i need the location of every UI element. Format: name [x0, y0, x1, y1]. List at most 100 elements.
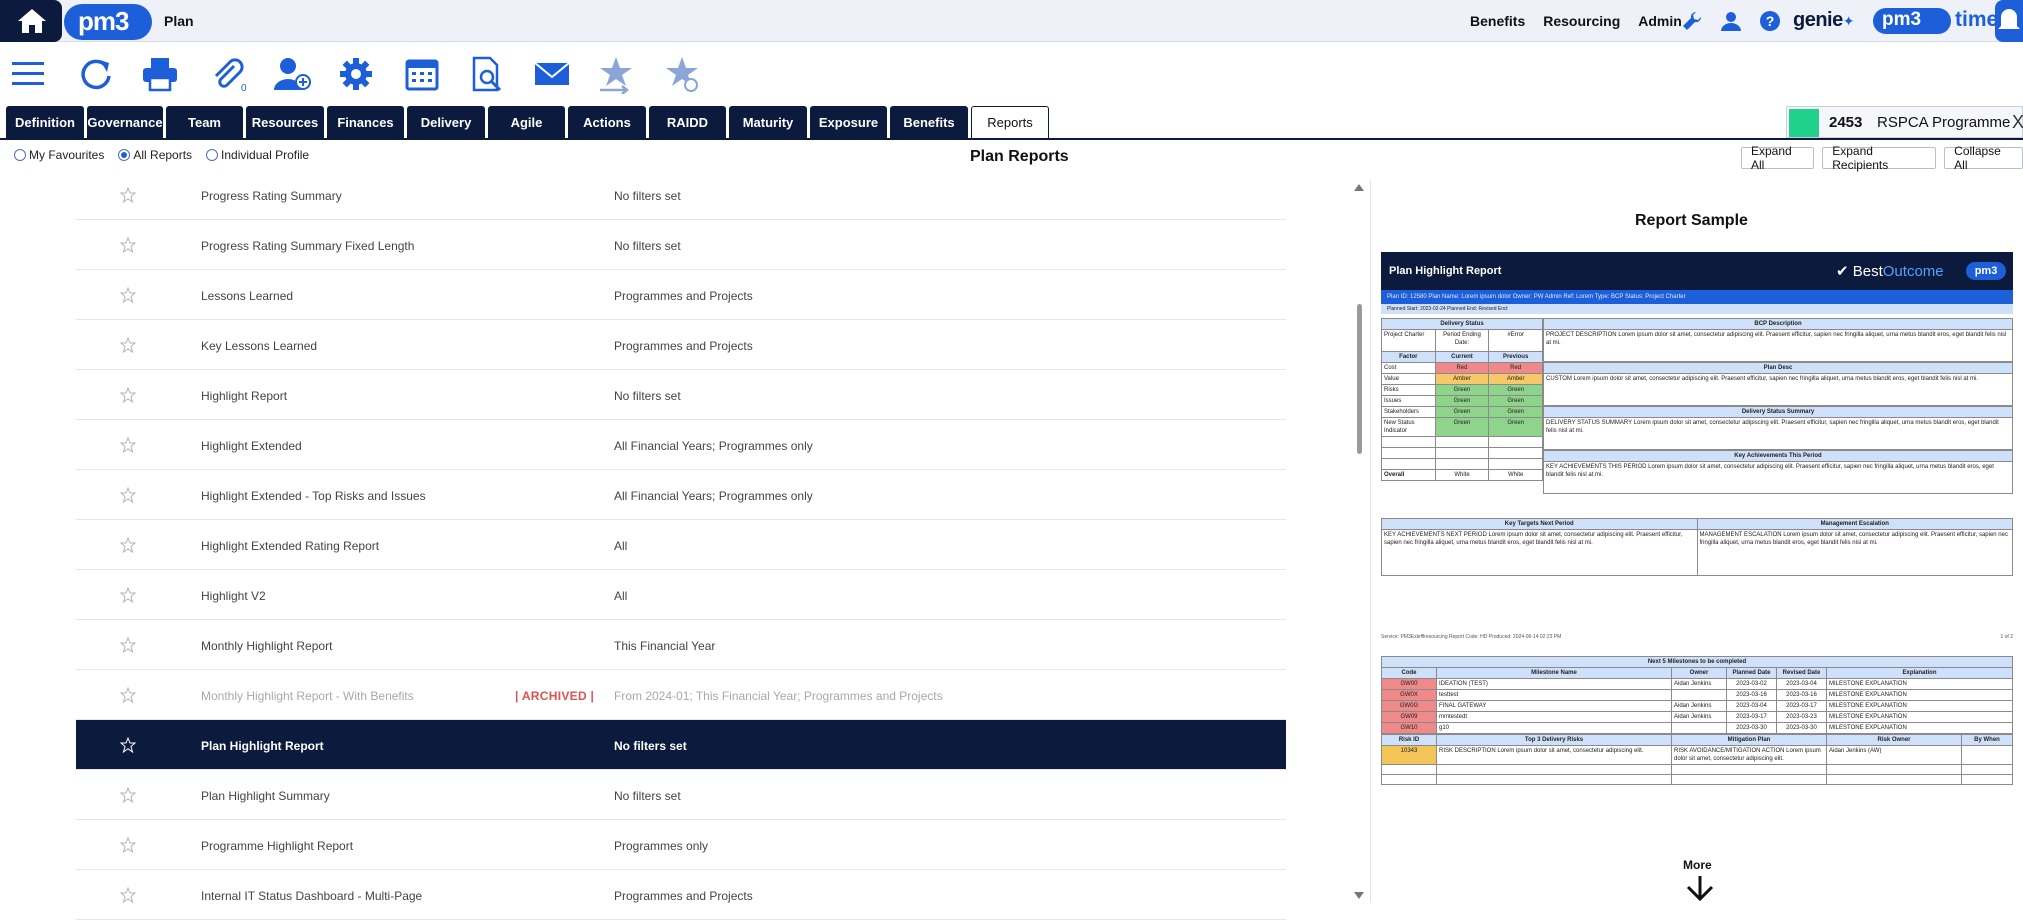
report-row[interactable]: Key Lessons Learned Programmes and Projec… — [76, 320, 1286, 370]
tab-raidd[interactable]: RAIDD — [649, 106, 726, 138]
report-list-scrollbar[interactable] — [1352, 182, 1366, 902]
home-button[interactable] — [0, 0, 62, 42]
favourite-star-icon[interactable] — [120, 237, 136, 253]
report-row[interactable]: Programme Highlight Report Programmes onl… — [76, 820, 1286, 870]
favourite-star-icon[interactable] — [120, 887, 136, 903]
radio-individual-profile[interactable]: Individual Profile — [206, 148, 309, 162]
cell: 2023-03-02 — [1726, 678, 1777, 690]
cell: BCP Description — [1543, 318, 2013, 330]
report-row[interactable]: Lessons Learned Programmes and Projects — [76, 270, 1286, 320]
top-bar: pm3 Plan Benefits Resourcing Admin ? gen… — [0, 0, 2023, 42]
programme-selector[interactable]: 2453 RSPCA Programme X — [1786, 106, 2023, 138]
expand-all-button[interactable]: Expand All — [1741, 144, 1815, 172]
favourite-star-icon[interactable] — [120, 437, 136, 453]
favourite-star-icon[interactable] — [120, 487, 136, 503]
favourite-star-icon[interactable] — [120, 787, 136, 803]
user-icon[interactable] — [1720, 10, 1742, 32]
nav-link-resourcing[interactable]: Resourcing — [1543, 13, 1620, 29]
report-row[interactable]: Highlight Extended - Top Risks and Issue… — [76, 470, 1286, 520]
tab-finances[interactable]: Finances — [327, 106, 404, 138]
pm3-time-logo[interactable]: pm3 — [1873, 8, 1951, 34]
cell: New Status Indicator — [1381, 417, 1436, 437]
favourite-star-icon[interactable] — [120, 387, 136, 403]
report-filters: No filters set — [614, 789, 681, 803]
radio-my-favourites[interactable]: My Favourites — [14, 148, 104, 162]
favourite-star-icon[interactable] — [120, 837, 136, 853]
favourite-star-icon[interactable] — [120, 687, 136, 703]
report-row[interactable]: Highlight Extended Rating Report All — [76, 520, 1286, 570]
radio-label: Individual Profile — [221, 148, 310, 162]
radio-all-reports[interactable]: All Reports — [118, 148, 192, 162]
report-row[interactable]: Monthly Highlight Report - With Benefits… — [76, 670, 1286, 720]
radio-circle[interactable] — [14, 149, 26, 161]
tab-definition[interactable]: Definition — [6, 106, 84, 138]
favourite-star-icon[interactable] — [120, 287, 136, 303]
print-icon[interactable] — [140, 54, 180, 94]
scroll-thumb[interactable] — [1357, 304, 1362, 454]
report-row[interactable]: Internal IT Status Dashboard - Multi-Pag… — [76, 870, 1286, 920]
cell — [1434, 436, 1490, 448]
star-export-icon[interactable] — [596, 54, 636, 94]
expand-recipients-button[interactable]: Expand Recipients — [1822, 144, 1937, 172]
scroll-down-arrow-icon[interactable] — [1354, 892, 1364, 899]
help-icon[interactable]: ? — [1759, 10, 1781, 32]
report-row[interactable]: Highlight V2 All — [76, 570, 1286, 620]
wrench-icon[interactable] — [1681, 10, 1703, 32]
radio-circle[interactable] — [118, 149, 131, 161]
favourite-star-icon[interactable] — [120, 337, 136, 353]
tab-reports[interactable]: Reports — [971, 106, 1049, 138]
tab-team[interactable]: Team — [166, 106, 243, 138]
cell: Factor — [1381, 351, 1436, 363]
cell: Risk Owner — [1826, 734, 1962, 746]
programme-close-button[interactable]: X — [2012, 112, 2023, 133]
star-refresh-icon[interactable] — [662, 54, 702, 94]
tab-exposure[interactable]: Exposure — [810, 106, 887, 138]
tab-actions[interactable]: Actions — [568, 106, 646, 138]
arrow-down-icon[interactable] — [1683, 874, 1717, 902]
search-document-icon[interactable] — [466, 54, 506, 94]
cell: Overall — [1381, 469, 1436, 481]
favourite-star-icon[interactable] — [120, 587, 136, 603]
refresh-icon[interactable] — [76, 54, 116, 94]
attachment-icon[interactable]: 0 — [208, 54, 248, 94]
section-body: CUSTOM Lorem ipsum dolor sit amet, conse… — [1543, 373, 2013, 406]
report-row[interactable]: Plan Highlight Summary No filters set — [76, 770, 1286, 820]
report-row[interactable]: Highlight Extended All Financial Years; P… — [76, 420, 1286, 470]
tab-delivery[interactable]: Delivery — [407, 106, 485, 138]
tab-governance[interactable]: Governance — [87, 106, 163, 138]
notifications-button[interactable] — [1995, 0, 2023, 42]
cell — [1826, 764, 1962, 775]
footer-left: Service: PM3Exlefflresourcing Report Cod… — [1381, 634, 1562, 640]
calendar-icon[interactable] — [402, 54, 442, 94]
favourite-star-icon[interactable] — [120, 737, 136, 753]
nav-link-benefits[interactable]: Benefits — [1470, 13, 1525, 29]
cell: GW09 — [1381, 711, 1437, 723]
report-row[interactable]: Plan Highlight Report No filters set — [76, 720, 1286, 770]
report-row[interactable]: Highlight Report No filters set — [76, 370, 1286, 420]
favourite-star-icon[interactable] — [120, 187, 136, 203]
more-link[interactable]: More — [1683, 858, 1712, 872]
menu-icon[interactable] — [8, 54, 48, 94]
cell: 2023-03-04 — [1726, 700, 1777, 712]
favourite-star-icon[interactable] — [120, 537, 136, 553]
settings-icon[interactable] — [336, 54, 376, 94]
tab-maturity[interactable]: Maturity — [729, 106, 807, 138]
email-icon[interactable] — [532, 54, 572, 94]
report-row[interactable]: Progress Rating Summary Fixed Length No f… — [76, 220, 1286, 270]
cell: Period Ending Date: — [1434, 329, 1490, 352]
pm3-logo[interactable]: pm3 — [64, 4, 152, 40]
radio-circle[interactable] — [206, 149, 219, 161]
favourite-star-icon[interactable] — [120, 637, 136, 653]
report-row[interactable]: Monthly Highlight Report This Financial Y… — [76, 620, 1286, 670]
milestones-table: Next 5 Milestones to be completed Code Mi… — [1381, 656, 2013, 734]
time-label: time — [1955, 8, 1999, 31]
tab-resources[interactable]: Resources — [246, 106, 324, 138]
nav-link-admin[interactable]: Admin — [1638, 13, 1682, 29]
scroll-up-arrow-icon[interactable] — [1354, 184, 1364, 191]
add-user-icon[interactable] — [272, 54, 312, 94]
collapse-all-button[interactable]: Collapse All — [1944, 144, 2023, 172]
tab-benefits[interactable]: Benefits — [890, 106, 968, 138]
tab-agile[interactable]: Agile — [488, 106, 565, 138]
report-row[interactable]: Progress Rating Summary No filters set — [76, 170, 1286, 220]
genie-logo[interactable]: genie✦ — [1793, 9, 1854, 32]
